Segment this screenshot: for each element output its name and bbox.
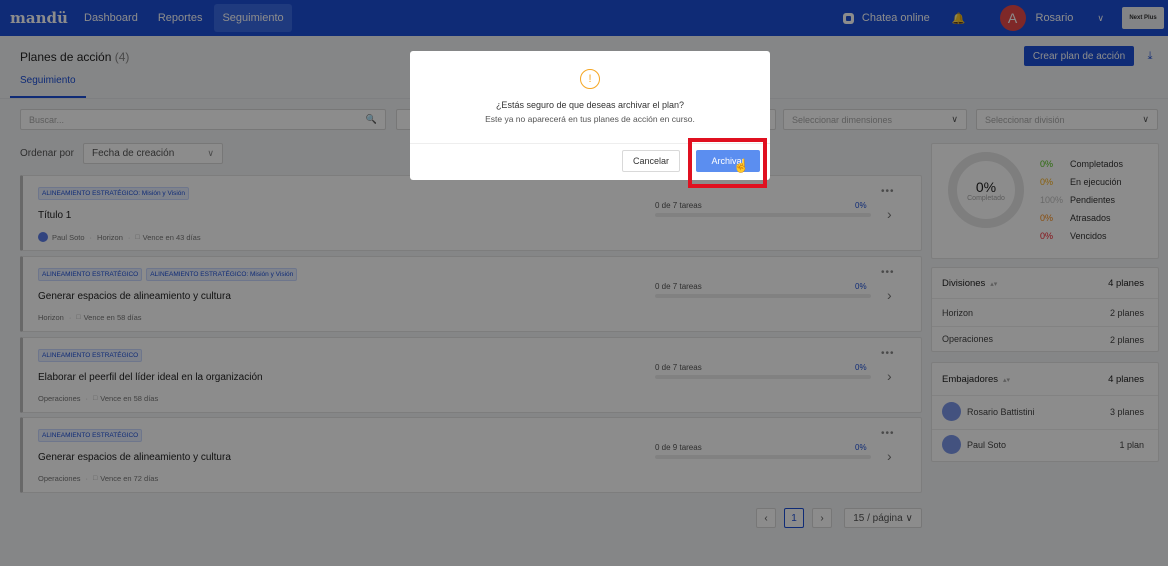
cancel-button[interactable]: Cancelar — [622, 150, 680, 172]
dialog-subtitle: Este ya no aparecerá en tus planes de ac… — [485, 114, 695, 124]
highlight-box — [688, 138, 767, 188]
dialog-title: ¿Estás seguro de que deseas archivar el … — [495, 100, 685, 110]
hand-cursor-icon: ☝ — [733, 158, 750, 173]
warning-icon: ! — [580, 69, 600, 89]
